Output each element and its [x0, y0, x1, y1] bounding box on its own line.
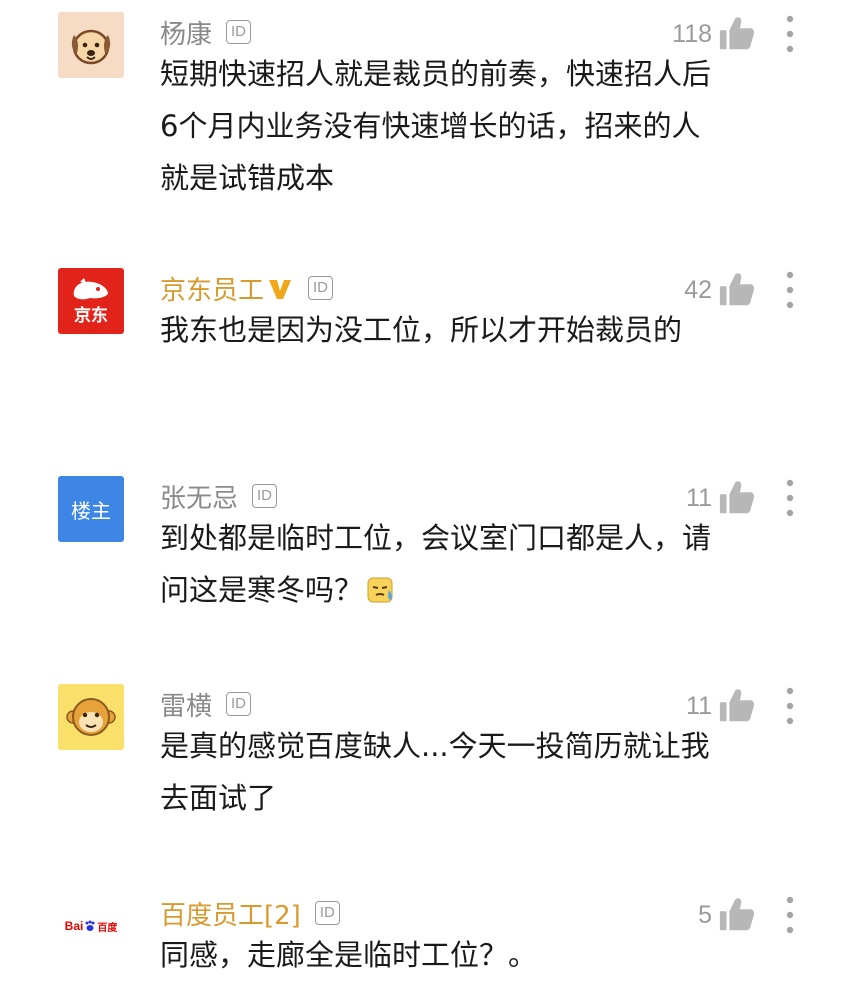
baidu-logo-avatar[interactable]: Bai 百度 [58, 893, 124, 959]
jd-logo-text: 京东 [74, 306, 108, 326]
baidu-logo: Bai 百度 [65, 919, 118, 934]
id-badge: ID [308, 276, 334, 300]
jd-logo-avatar[interactable]: 京东 [58, 268, 124, 334]
more-vertical-icon[interactable] [784, 14, 796, 54]
baidu-paw-icon [85, 920, 95, 931]
thumbs-up-icon[interactable] [718, 687, 756, 725]
id-badge: ID [252, 484, 278, 508]
comment-item: Bai 百度 百度员工[2] ID 5 同感，走廊全是临时工位？。 [0, 893, 848, 1000]
thumbs-up-icon[interactable] [718, 479, 756, 517]
comment-header: 张无忌 ID [160, 476, 278, 516]
jd-dog-logo-icon [73, 278, 108, 300]
dog-avatar[interactable] [58, 12, 124, 78]
id-badge: ID [226, 20, 252, 44]
comment-item: 杨康 ID 118 短期快速招人就是裁员的前奏，快速招人后6个月内业务没有快速增… [0, 12, 848, 212]
comment-text: 我东也是因为没工位，所以才开始裁员的 [160, 313, 683, 347]
host-avatar[interactable]: 楼主 [58, 476, 124, 542]
like-count: 118 [672, 19, 712, 48]
cold-sweat-emoji [367, 577, 393, 603]
username[interactable]: 杨康 [160, 14, 212, 51]
comment-header: 杨康 ID [160, 12, 252, 52]
id-badge: ID [226, 692, 252, 716]
like-count: 11 [686, 483, 712, 512]
more-vertical-icon[interactable] [784, 270, 796, 310]
v-badge-icon [269, 280, 292, 299]
thumbs-up-icon[interactable] [718, 15, 756, 53]
comment-item: 楼主 张无忌 ID 11 到处都是临时工位，会议室门口都是人，请问这是寒冬吗？ [0, 476, 848, 626]
id-badge: ID [314, 901, 340, 925]
comment-item: 京东 京东员工 ID 42 我东也是因为没工位，所以才开始裁员的 [0, 268, 848, 418]
dog-icon [71, 29, 111, 65]
thumbs-up-icon[interactable] [718, 271, 756, 309]
comment-header: 京东员工 ID [160, 268, 334, 308]
comment-text-content: 到处都是临时工位，会议室门口都是人，请问这是寒冬吗？ [160, 521, 712, 607]
more-vertical-icon[interactable] [784, 686, 796, 726]
comment-header: 百度员工[2] ID [160, 893, 340, 933]
comment-text: 同感，走廊全是临时工位？。 [160, 938, 538, 972]
baidu-logo-text-cn: 百度 [97, 922, 118, 934]
monkey-icon [66, 698, 116, 736]
baidu-logo-text: Bai [64, 919, 84, 933]
comment-text: 到处都是临时工位，会议室门口都是人，请问这是寒冬吗？ [160, 512, 720, 616]
username[interactable]: 百度员工[2] [160, 895, 301, 932]
more-vertical-icon[interactable] [784, 895, 796, 935]
monkey-avatar[interactable] [58, 684, 124, 750]
thumbs-up-icon[interactable] [718, 896, 756, 934]
username[interactable]: 张无忌 [160, 478, 238, 515]
host-label: 楼主 [71, 498, 111, 523]
like-count: 11 [686, 691, 712, 720]
username[interactable]: 雷横 [160, 686, 212, 723]
comment-item: 雷横 ID 11 是真的感觉百度缺人...今天一投简历就让我去面试了 [0, 684, 848, 834]
like-count: 42 [684, 275, 712, 304]
comment-text: 是真的感觉百度缺人...今天一投简历就让我去面试了 [160, 729, 710, 815]
like-count: 5 [698, 900, 712, 929]
comment-text: 短期快速招人就是裁员的前奏，快速招人后6个月内业务没有快速增长的话，招来的人就是… [160, 57, 712, 195]
more-vertical-icon[interactable] [784, 478, 796, 518]
username[interactable]: 京东员工 [160, 270, 264, 307]
comment-header: 雷横 ID [160, 684, 252, 724]
